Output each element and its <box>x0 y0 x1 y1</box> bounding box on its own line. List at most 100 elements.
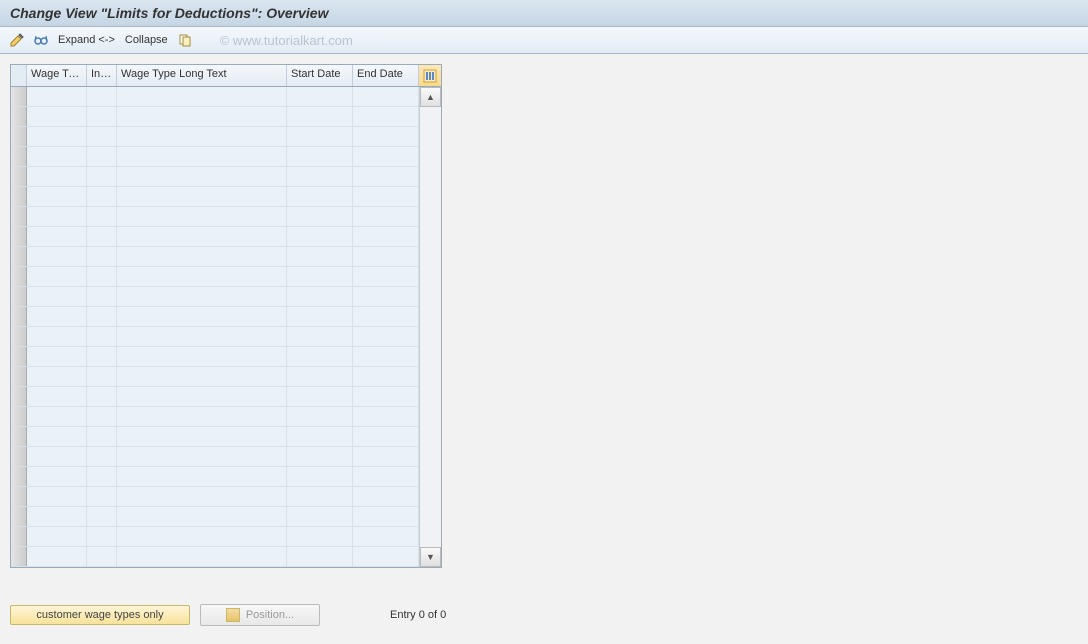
cell-end[interactable] <box>353 107 419 126</box>
row-selector[interactable] <box>11 487 27 506</box>
cell-wage-type[interactable] <box>27 467 87 486</box>
col-header-wage-long[interactable]: Wage Type Long Text <box>117 65 287 86</box>
cell-start[interactable] <box>287 267 353 286</box>
cell-start[interactable] <box>287 507 353 526</box>
cell-inf[interactable] <box>87 127 117 146</box>
cell-inf[interactable] <box>87 147 117 166</box>
cell-wage-type[interactable] <box>27 307 87 326</box>
cell-inf[interactable] <box>87 227 117 246</box>
cell-wage-long[interactable] <box>117 87 287 106</box>
cell-end[interactable] <box>353 267 419 286</box>
expand-button[interactable]: Expand <-> <box>56 34 117 46</box>
cell-inf[interactable] <box>87 407 117 426</box>
cell-end[interactable] <box>353 427 419 446</box>
cell-wage-long[interactable] <box>117 407 287 426</box>
row-selector[interactable] <box>11 187 27 206</box>
cell-wage-type[interactable] <box>27 107 87 126</box>
table-row[interactable] <box>11 207 419 227</box>
cell-start[interactable] <box>287 467 353 486</box>
cell-start[interactable] <box>287 107 353 126</box>
col-header-end[interactable]: End Date <box>353 65 419 86</box>
cell-inf[interactable] <box>87 447 117 466</box>
glasses-icon[interactable] <box>32 31 50 49</box>
table-row[interactable] <box>11 447 419 467</box>
cell-end[interactable] <box>353 287 419 306</box>
cell-wage-type[interactable] <box>27 527 87 546</box>
cell-wage-type[interactable] <box>27 547 87 566</box>
cell-wage-type[interactable] <box>27 247 87 266</box>
cell-start[interactable] <box>287 127 353 146</box>
cell-wage-type[interactable] <box>27 287 87 306</box>
cell-inf[interactable] <box>87 307 117 326</box>
cell-end[interactable] <box>353 247 419 266</box>
cell-wage-long[interactable] <box>117 487 287 506</box>
row-selector[interactable] <box>11 127 27 146</box>
cell-inf[interactable] <box>87 287 117 306</box>
column-config-icon[interactable] <box>419 65 441 86</box>
cell-end[interactable] <box>353 387 419 406</box>
cell-inf[interactable] <box>87 247 117 266</box>
table-row[interactable] <box>11 247 419 267</box>
cell-inf[interactable] <box>87 187 117 206</box>
cell-inf[interactable] <box>87 487 117 506</box>
cell-wage-long[interactable] <box>117 127 287 146</box>
cell-start[interactable] <box>287 527 353 546</box>
cell-end[interactable] <box>353 467 419 486</box>
cell-wage-long[interactable] <box>117 187 287 206</box>
cell-wage-long[interactable] <box>117 247 287 266</box>
cell-wage-type[interactable] <box>27 387 87 406</box>
row-selector[interactable] <box>11 287 27 306</box>
col-header-inf[interactable]: Inf... <box>87 65 117 86</box>
cell-inf[interactable] <box>87 387 117 406</box>
table-row[interactable] <box>11 387 419 407</box>
row-selector[interactable] <box>11 387 27 406</box>
cell-wage-long[interactable] <box>117 107 287 126</box>
table-row[interactable] <box>11 487 419 507</box>
cell-start[interactable] <box>287 487 353 506</box>
row-selector[interactable] <box>11 147 27 166</box>
row-selector[interactable] <box>11 247 27 266</box>
table-row[interactable] <box>11 307 419 327</box>
cell-wage-type[interactable] <box>27 127 87 146</box>
cell-wage-long[interactable] <box>117 267 287 286</box>
pencil-icon[interactable] <box>8 31 26 49</box>
selector-header[interactable] <box>11 65 27 86</box>
cell-end[interactable] <box>353 527 419 546</box>
cell-end[interactable] <box>353 347 419 366</box>
cell-inf[interactable] <box>87 207 117 226</box>
cell-end[interactable] <box>353 187 419 206</box>
cell-end[interactable] <box>353 147 419 166</box>
cell-wage-long[interactable] <box>117 527 287 546</box>
cell-wage-long[interactable] <box>117 447 287 466</box>
row-selector[interactable] <box>11 527 27 546</box>
table-row[interactable] <box>11 547 419 567</box>
cell-wage-type[interactable] <box>27 487 87 506</box>
table-row[interactable] <box>11 347 419 367</box>
cell-inf[interactable] <box>87 267 117 286</box>
cell-inf[interactable] <box>87 527 117 546</box>
cell-start[interactable] <box>287 307 353 326</box>
row-selector[interactable] <box>11 87 27 106</box>
table-row[interactable] <box>11 427 419 447</box>
row-selector[interactable] <box>11 207 27 226</box>
cell-start[interactable] <box>287 147 353 166</box>
position-button[interactable]: Position... <box>200 604 320 626</box>
cell-end[interactable] <box>353 307 419 326</box>
cell-wage-long[interactable] <box>117 367 287 386</box>
cell-start[interactable] <box>287 287 353 306</box>
scroll-track[interactable] <box>420 107 441 547</box>
cell-end[interactable] <box>353 207 419 226</box>
cell-start[interactable] <box>287 87 353 106</box>
cell-wage-type[interactable] <box>27 87 87 106</box>
row-selector[interactable] <box>11 407 27 426</box>
cell-start[interactable] <box>287 367 353 386</box>
cell-start[interactable] <box>287 387 353 406</box>
cell-wage-type[interactable] <box>27 447 87 466</box>
cell-wage-long[interactable] <box>117 207 287 226</box>
cell-end[interactable] <box>353 327 419 346</box>
cell-inf[interactable] <box>87 367 117 386</box>
cell-end[interactable] <box>353 227 419 246</box>
cell-wage-long[interactable] <box>117 467 287 486</box>
cell-wage-type[interactable] <box>27 327 87 346</box>
row-selector[interactable] <box>11 427 27 446</box>
